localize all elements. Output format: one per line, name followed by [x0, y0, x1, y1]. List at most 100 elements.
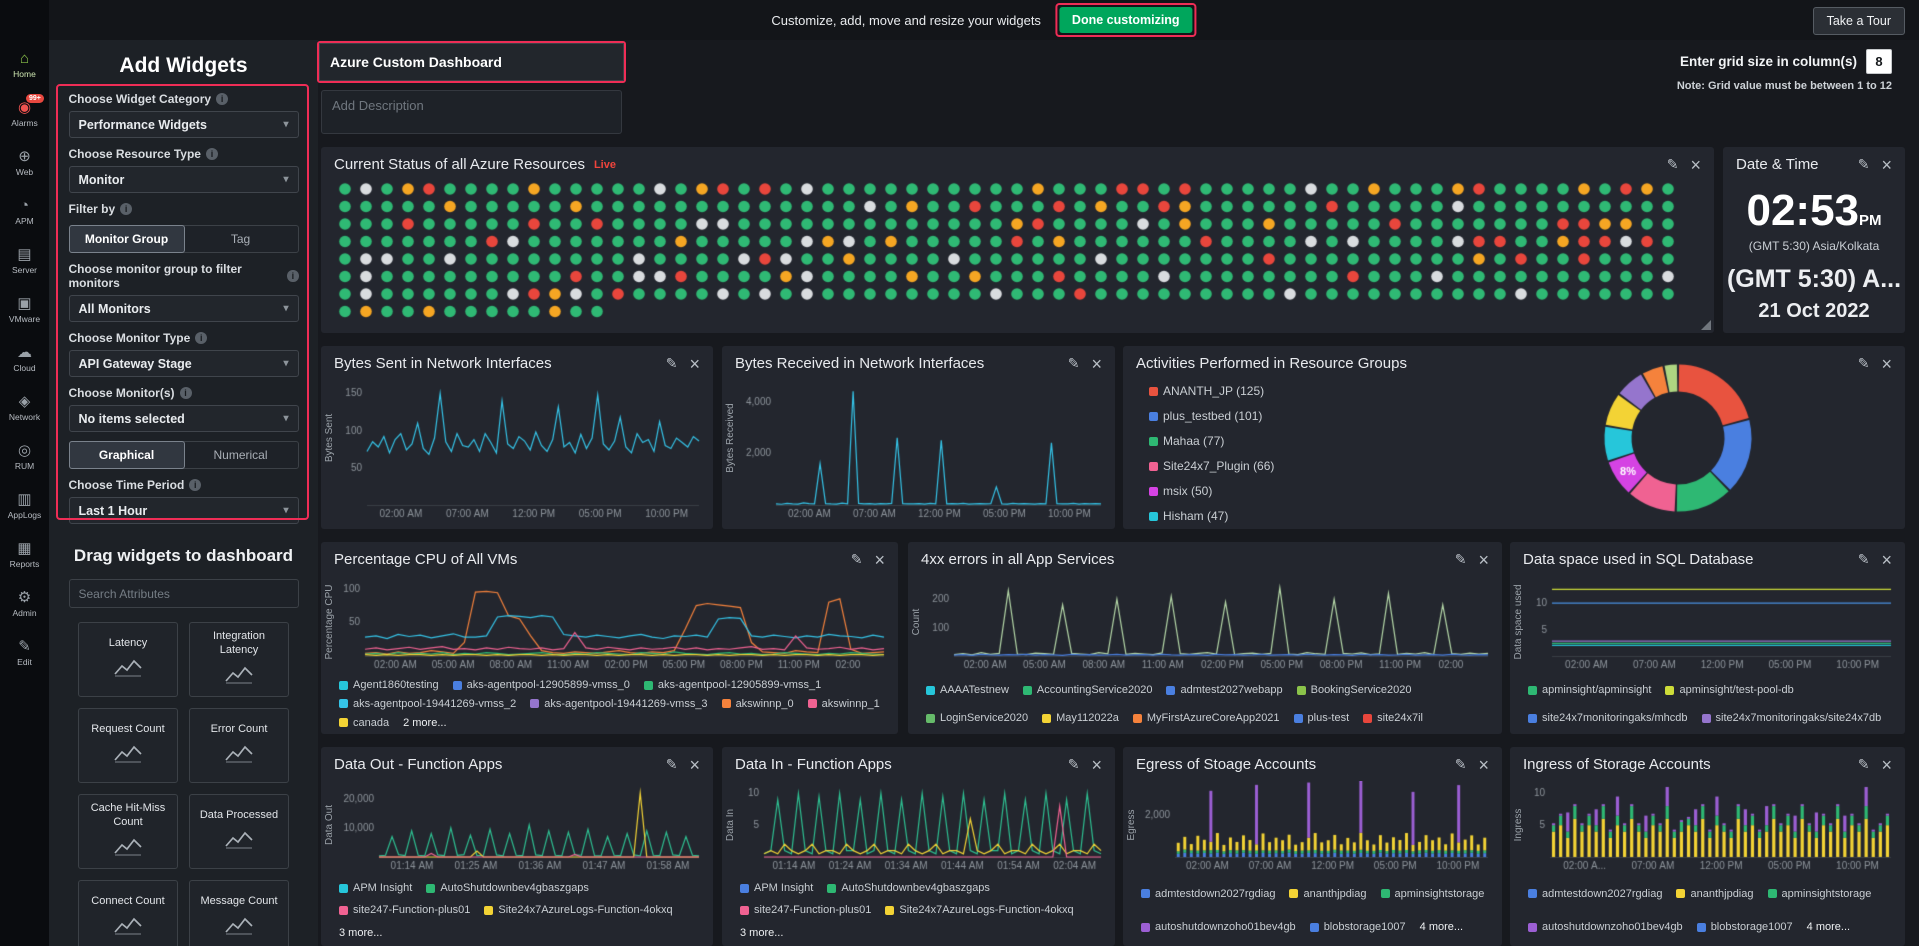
sidebar-item-vmware[interactable]: ▣VMware	[0, 285, 49, 334]
edit-widget-icon[interactable]: ✎	[1667, 156, 1679, 173]
close-widget-icon[interactable]: ×	[1478, 758, 1489, 772]
toggle-graphical[interactable]: Graphical	[69, 441, 185, 469]
legend-item: site247-Function-plus01	[740, 901, 871, 919]
select-choose-resource-type[interactable]: Monitor▾	[69, 166, 299, 193]
close-widget-icon[interactable]: ×	[1091, 758, 1102, 772]
chart-line-icon	[225, 830, 253, 854]
chart-legend: admtestdown2027rgdiagananthjpdiagapminsi…	[1528, 879, 1895, 942]
legend-swatch	[740, 884, 749, 893]
draggable-widget-integration-latency[interactable]: Integration Latency	[189, 622, 289, 697]
edit-widget-icon[interactable]: ✎	[1068, 756, 1080, 773]
resize-handle[interactable]	[1701, 320, 1711, 330]
done-customizing-button[interactable]: Done customizing	[1059, 7, 1193, 33]
edit-widget-icon[interactable]: ✎	[666, 355, 678, 372]
legend-more-link[interactable]: 3 more...	[339, 924, 382, 942]
toggle-monitor-group[interactable]: Monitor Group	[69, 225, 185, 253]
sidebar-item-rum[interactable]: ◎RUM	[0, 432, 49, 481]
widget-title: Bytes Sent in Network Interfaces	[334, 355, 552, 372]
draggable-widget-latency[interactable]: Latency	[78, 622, 178, 697]
select-choose-time-period[interactable]: Last 1 Hour▾	[69, 497, 299, 524]
close-widget-icon[interactable]: ×	[1881, 553, 1892, 567]
legend-item: AutoShutdownbev4gbaszgaps	[827, 879, 990, 897]
select-value: API Gateway Stage	[79, 357, 192, 371]
search-attributes-input[interactable]	[69, 579, 299, 608]
sidebar-item-server[interactable]: ▤Server	[0, 236, 49, 285]
widget-date-time: Date & Time ✎ × 02:53PM (GMT 5:30) Asia/…	[1723, 147, 1905, 333]
select-choose-monitor-group-to-filter-monitors[interactable]: All Monitors▾	[69, 295, 299, 322]
sidebar-item-label: VMware	[9, 314, 40, 324]
legend-item: akswinnp_1	[808, 697, 880, 712]
edit-widget-icon[interactable]: ✎	[1858, 355, 1870, 372]
legend-swatch	[644, 681, 653, 690]
edit-widget-icon[interactable]: ✎	[1858, 551, 1870, 568]
toggle-tag[interactable]: Tag	[184, 226, 298, 252]
draggable-widget-request-count[interactable]: Request Count	[78, 708, 178, 783]
bar-chart	[1526, 781, 1895, 873]
edit-widget-icon[interactable]: ✎	[1858, 756, 1870, 773]
sidebar-item-admin[interactable]: ⚙Admin	[0, 579, 49, 628]
sidebar-item-alarms[interactable]: ◉99+Alarms	[0, 89, 49, 138]
close-widget-icon[interactable]: ×	[689, 357, 700, 371]
close-widget-icon[interactable]: ×	[689, 758, 700, 772]
donut-legend: ANANTH_JP (125)plus_testbed (101)Mahaa (…	[1149, 384, 1274, 534]
close-widget-icon[interactable]: ×	[1881, 357, 1892, 371]
draggable-widget-cache-hit-miss-count[interactable]: Cache Hit-Miss Count	[78, 794, 178, 869]
close-widget-icon[interactable]: ×	[1881, 158, 1892, 172]
legend-swatch	[1294, 714, 1303, 723]
draggable-widget-error-count[interactable]: Error Count	[189, 708, 289, 783]
close-widget-icon[interactable]: ×	[1881, 758, 1892, 772]
dashboard-description-input[interactable]	[321, 90, 622, 134]
grid-size-input[interactable]	[1866, 49, 1892, 74]
legend-item: Agent1860testing	[339, 678, 439, 693]
legend-more-link[interactable]: 4 more...	[1807, 913, 1850, 943]
donut-chart	[1591, 351, 1765, 525]
dashboard-title-input[interactable]	[319, 43, 624, 81]
edit-widget-icon[interactable]: ✎	[1455, 551, 1467, 568]
legend-more-link[interactable]: 4 more...	[1420, 913, 1463, 943]
close-widget-icon[interactable]: ×	[1091, 357, 1102, 371]
sidebar-item-label: Alarms	[11, 118, 37, 128]
sidebar-item-network[interactable]: ◈Network	[0, 383, 49, 432]
widget-header: Bytes Sent in Network Interfaces ✎ ×	[321, 346, 713, 372]
edit-widget-icon[interactable]: ✎	[1858, 156, 1870, 173]
chart-line-icon	[225, 744, 253, 768]
close-widget-icon[interactable]: ×	[874, 553, 885, 567]
field-label: Choose monitor group to filter monitorsi	[69, 262, 299, 290]
close-widget-icon[interactable]: ×	[1690, 158, 1701, 172]
edit-widget-icon[interactable]: ✎	[1068, 355, 1080, 372]
info-icon: i	[189, 479, 201, 491]
toggle-numerical[interactable]: Numerical	[184, 442, 298, 468]
legend-swatch	[1149, 412, 1158, 421]
sidebar-item-apm[interactable]: ◔APM	[0, 187, 49, 236]
cloud-icon: ☁	[17, 345, 32, 360]
draggable-widget-message-count[interactable]: Message Count	[189, 880, 289, 946]
edit-widget-icon[interactable]: ✎	[666, 756, 678, 773]
select-choose-monitor-type[interactable]: API Gateway Stage▾	[69, 350, 299, 377]
take-a-tour-button[interactable]: Take a Tour	[1813, 7, 1905, 35]
close-widget-icon[interactable]: ×	[1478, 553, 1489, 567]
widget-sql-data-space: Data space used in SQL Database ✎× Data …	[1510, 542, 1905, 734]
edit-widget-icon[interactable]: ✎	[1455, 756, 1467, 773]
sidebar-item-label: RUM	[15, 461, 34, 471]
app-root: ⌂Home◉99+Alarms⊕Web◔APM▤Server▣VMware☁Cl…	[0, 0, 1919, 946]
sidebar-item-applogs[interactable]: ▥AppLogs	[0, 481, 49, 530]
draggable-widget-connect-count[interactable]: Connect Count	[78, 880, 178, 946]
sidebar-item-home[interactable]: ⌂Home	[0, 40, 49, 89]
widget-title: Ingress of Storage Accounts	[1523, 756, 1711, 773]
legend-item: blobstorage1007	[1697, 913, 1793, 943]
select-choose-monitor-s[interactable]: No items selected▾	[69, 405, 299, 432]
sidebar-item-reports[interactable]: ▦Reports	[0, 530, 49, 579]
legend-item: aks-agentpool-12905899-vmss_1	[644, 678, 821, 693]
chart-line-icon	[114, 916, 142, 940]
widget-title: Data space used in SQL Database	[1523, 551, 1753, 568]
draggable-widget-data-processed[interactable]: Data Processed	[189, 794, 289, 869]
legend-more-link[interactable]: 3 more...	[740, 924, 783, 942]
sidebar-item-edit[interactable]: ✎Edit	[0, 628, 49, 677]
legend-more-link[interactable]: 2 more...	[403, 715, 446, 730]
widget-title: Egress of Stoage Accounts	[1136, 756, 1316, 773]
sidebar-item-web[interactable]: ⊕Web	[0, 138, 49, 187]
select-choose-widget-category[interactable]: Performance Widgets▾	[69, 111, 299, 138]
sidebar-item-cloud[interactable]: ☁Cloud	[0, 334, 49, 383]
edit-widget-icon[interactable]: ✎	[851, 551, 863, 568]
drag-widgets-title: Drag widgets to dashboard	[49, 546, 318, 566]
